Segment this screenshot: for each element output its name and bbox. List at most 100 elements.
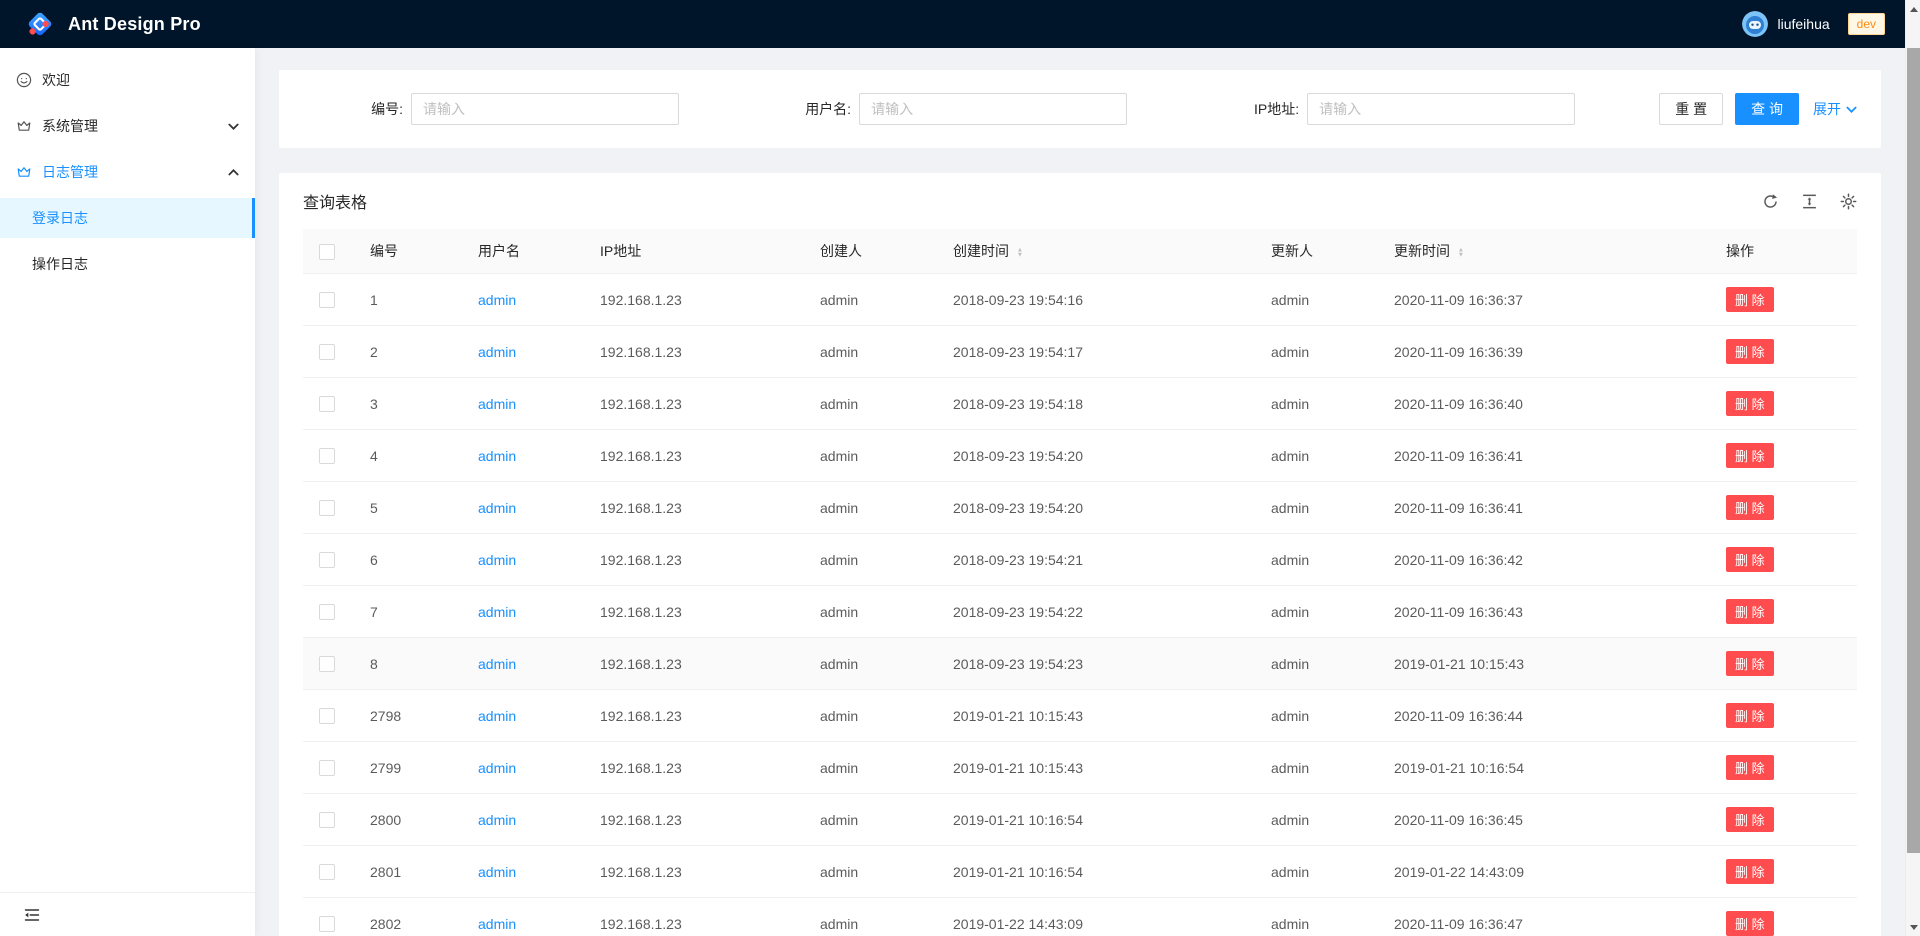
sidebar-item-system-mgmt[interactable]: 系统管理 bbox=[0, 106, 255, 146]
username-link[interactable]: admin bbox=[478, 812, 516, 828]
row-checkbox[interactable] bbox=[319, 344, 335, 360]
id-input[interactable] bbox=[411, 93, 679, 125]
cell-id: 6 bbox=[354, 534, 462, 586]
row-checkbox[interactable] bbox=[319, 864, 335, 880]
column-header-id: 编号 bbox=[354, 229, 462, 274]
cell-id: 4 bbox=[354, 430, 462, 482]
cell-updater: admin bbox=[1255, 430, 1378, 482]
table-card: 查询表格 bbox=[279, 173, 1881, 936]
username-link[interactable]: admin bbox=[478, 344, 516, 360]
app: Ant Design Pro liufeihua dev bbox=[0, 0, 1920, 936]
username[interactable]: liufeihua bbox=[1777, 16, 1829, 32]
main-content: 编号: 用户名: IP地址: 重 置 bbox=[255, 48, 1905, 936]
row-checkbox[interactable] bbox=[319, 604, 335, 620]
cell-id: 1 bbox=[354, 274, 462, 326]
cell-creator: admin bbox=[804, 534, 937, 586]
app-logo[interactable]: Ant Design Pro bbox=[24, 8, 201, 40]
username-link[interactable]: admin bbox=[478, 916, 516, 932]
delete-button[interactable]: 删 除 bbox=[1726, 599, 1774, 624]
sidebar-menu: 欢迎 系统管理 bbox=[0, 48, 255, 290]
refresh-icon[interactable] bbox=[1762, 193, 1779, 210]
username-input[interactable] bbox=[859, 93, 1127, 125]
column-height-icon[interactable] bbox=[1801, 193, 1818, 210]
cell-id: 3 bbox=[354, 378, 462, 430]
table-row: 2 admin 192.168.1.23 admin 2018-09-23 19… bbox=[303, 326, 1857, 378]
row-checkbox[interactable] bbox=[319, 396, 335, 412]
cell-ip: 192.168.1.23 bbox=[584, 378, 804, 430]
sidebar-item-login-log[interactable]: 登录日志 bbox=[0, 198, 255, 238]
row-checkbox[interactable] bbox=[319, 708, 335, 724]
sidebar-item-log-mgmt[interactable]: 日志管理 bbox=[0, 152, 255, 192]
username-link[interactable]: admin bbox=[478, 760, 516, 776]
select-all-checkbox[interactable] bbox=[319, 244, 335, 260]
delete-button[interactable]: 删 除 bbox=[1726, 443, 1774, 468]
row-checkbox[interactable] bbox=[319, 812, 335, 828]
row-checkbox[interactable] bbox=[319, 500, 335, 516]
sidebar-item-welcome[interactable]: 欢迎 bbox=[0, 60, 255, 100]
username-link[interactable]: admin bbox=[478, 292, 516, 308]
delete-button[interactable]: 删 除 bbox=[1726, 651, 1774, 676]
row-checkbox[interactable] bbox=[319, 552, 335, 568]
row-checkbox[interactable] bbox=[319, 292, 335, 308]
reset-button[interactable]: 重 置 bbox=[1659, 93, 1723, 125]
table-toolbar bbox=[1740, 193, 1857, 210]
delete-button[interactable]: 删 除 bbox=[1726, 911, 1774, 936]
table-row: 5 admin 192.168.1.23 admin 2018-09-23 19… bbox=[303, 482, 1857, 534]
cell-create-time: 2019-01-22 14:43:09 bbox=[937, 898, 1255, 936]
chevron-up-icon bbox=[228, 167, 239, 178]
sort-carets-icon[interactable]: ▲▼ bbox=[1457, 247, 1465, 258]
cell-creator: admin bbox=[804, 430, 937, 482]
expand-link[interactable]: 展开 bbox=[1813, 99, 1857, 119]
username-link[interactable]: admin bbox=[478, 500, 516, 516]
setting-icon[interactable] bbox=[1840, 193, 1857, 210]
scrollbar-thumb[interactable] bbox=[1907, 48, 1920, 853]
row-checkbox[interactable] bbox=[319, 916, 335, 932]
vertical-scrollbar[interactable] bbox=[1905, 0, 1920, 936]
menu-fold-icon[interactable] bbox=[24, 907, 40, 923]
table-row: 8 admin 192.168.1.23 admin 2018-09-23 19… bbox=[303, 638, 1857, 690]
delete-button[interactable]: 删 除 bbox=[1726, 339, 1774, 364]
row-checkbox[interactable] bbox=[319, 448, 335, 464]
delete-button[interactable]: 删 除 bbox=[1726, 287, 1774, 312]
scrollbar-down-arrow[interactable] bbox=[1906, 919, 1920, 935]
row-checkbox[interactable] bbox=[319, 656, 335, 672]
cell-ip: 192.168.1.23 bbox=[584, 846, 804, 898]
username-link[interactable]: admin bbox=[478, 552, 516, 568]
sidebar-item-label: 系统管理 bbox=[42, 116, 98, 136]
username-link[interactable]: admin bbox=[478, 396, 516, 412]
username-link[interactable]: admin bbox=[478, 708, 516, 724]
username-link[interactable]: admin bbox=[478, 448, 516, 464]
cell-creator: admin bbox=[804, 586, 937, 638]
delete-button[interactable]: 删 除 bbox=[1726, 547, 1774, 572]
username-link[interactable]: admin bbox=[478, 604, 516, 620]
ip-input[interactable] bbox=[1307, 93, 1575, 125]
delete-button[interactable]: 删 除 bbox=[1726, 495, 1774, 520]
cell-create-time: 2019-01-21 10:16:54 bbox=[937, 846, 1255, 898]
table-row: 2802 admin 192.168.1.23 admin 2019-01-22… bbox=[303, 898, 1857, 936]
delete-button[interactable]: 删 除 bbox=[1726, 807, 1774, 832]
username-link[interactable]: admin bbox=[478, 656, 516, 672]
column-header-create-time[interactable]: 创建时间▲▼ bbox=[937, 229, 1255, 274]
table-body: 1 admin 192.168.1.23 admin 2018-09-23 19… bbox=[303, 274, 1857, 936]
delete-button[interactable]: 删 除 bbox=[1726, 755, 1774, 780]
user-avatar-icon[interactable] bbox=[1742, 11, 1768, 37]
cell-updater: admin bbox=[1255, 586, 1378, 638]
cell-ip: 192.168.1.23 bbox=[584, 898, 804, 936]
sort-carets-icon[interactable]: ▲▼ bbox=[1016, 247, 1024, 258]
username-link[interactable]: admin bbox=[478, 864, 516, 880]
delete-button[interactable]: 删 除 bbox=[1726, 391, 1774, 416]
sidebar-item-operation-log[interactable]: 操作日志 bbox=[0, 244, 255, 284]
scrollbar-up-arrow[interactable] bbox=[1906, 1, 1920, 17]
column-header-username: 用户名 bbox=[462, 229, 584, 274]
row-checkbox[interactable] bbox=[319, 760, 335, 776]
cell-ip: 192.168.1.23 bbox=[584, 794, 804, 846]
delete-button[interactable]: 删 除 bbox=[1726, 859, 1774, 884]
column-header-update-time[interactable]: 更新时间▲▼ bbox=[1378, 229, 1710, 274]
delete-button[interactable]: 删 除 bbox=[1726, 703, 1774, 728]
smile-icon bbox=[16, 72, 32, 88]
query-button[interactable]: 查 询 bbox=[1735, 93, 1799, 125]
chevron-down-icon bbox=[228, 121, 239, 132]
cell-updater: admin bbox=[1255, 898, 1378, 936]
column-header-creator: 创建人 bbox=[804, 229, 937, 274]
cell-updater: admin bbox=[1255, 378, 1378, 430]
